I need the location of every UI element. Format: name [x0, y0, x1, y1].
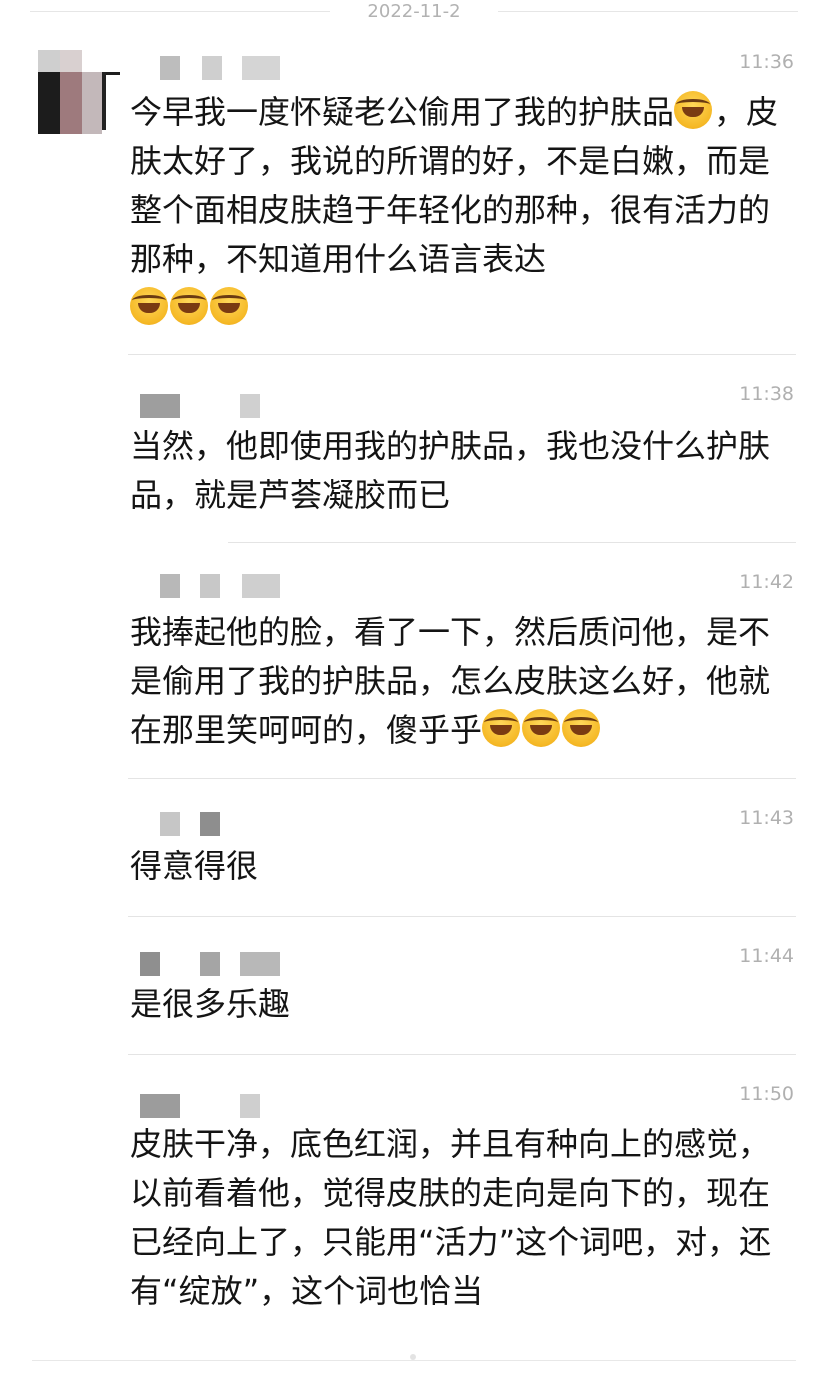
message-text: 皮肤干净，底色红润，并且有种向上的感觉，以前看着他，觉得皮肤的走向是向下的，现在… [130, 1125, 772, 1310]
message-text: 我捧起他的脸，看了一下，然后质问他，是不是偷用了我的护肤品，怎么皮肤这么好，他就… [130, 613, 771, 749]
message-text: 当然，他即使用我的护肤品，我也没什么护肤品，就是芦荟凝胶而已 [130, 427, 771, 514]
date-label: 2022-11-2 [367, 1, 461, 22]
message-divider [128, 354, 796, 355]
crying-face-icon [170, 287, 208, 325]
bottom-divider [32, 1360, 796, 1361]
message-text: 今早我一度怀疑老公偷用了我的护肤品 ，皮肤太好了，我说的所谓的好，不是白嫩，而是整… [130, 88, 780, 333]
date-divider-left [30, 11, 330, 12]
message-divider [128, 916, 796, 917]
message-divider [128, 778, 796, 779]
message-time: 11:44 [739, 945, 794, 967]
crying-face-icon [522, 709, 561, 747]
crying-face-icon [674, 91, 713, 129]
message-divider [128, 1054, 796, 1055]
crying-face-icon [130, 287, 168, 325]
message-time: 11:50 [739, 1083, 794, 1105]
message-text: 是很多乐趣 [130, 985, 291, 1023]
message-divider [228, 542, 796, 543]
avatar[interactable] [38, 50, 120, 134]
crying-face-icon [210, 287, 248, 325]
message-time: 11:43 [739, 807, 794, 829]
bottom-dot [410, 1354, 416, 1360]
message-text: 得意得很 [130, 847, 259, 885]
message-time: 11:36 [739, 51, 794, 73]
date-separator: 2022-11-2 [0, 0, 828, 26]
message-time: 11:38 [739, 383, 794, 405]
date-divider-right [498, 11, 798, 12]
crying-face-icon [562, 709, 601, 747]
message-time: 11:42 [739, 571, 794, 593]
crying-face-icon [482, 709, 521, 747]
